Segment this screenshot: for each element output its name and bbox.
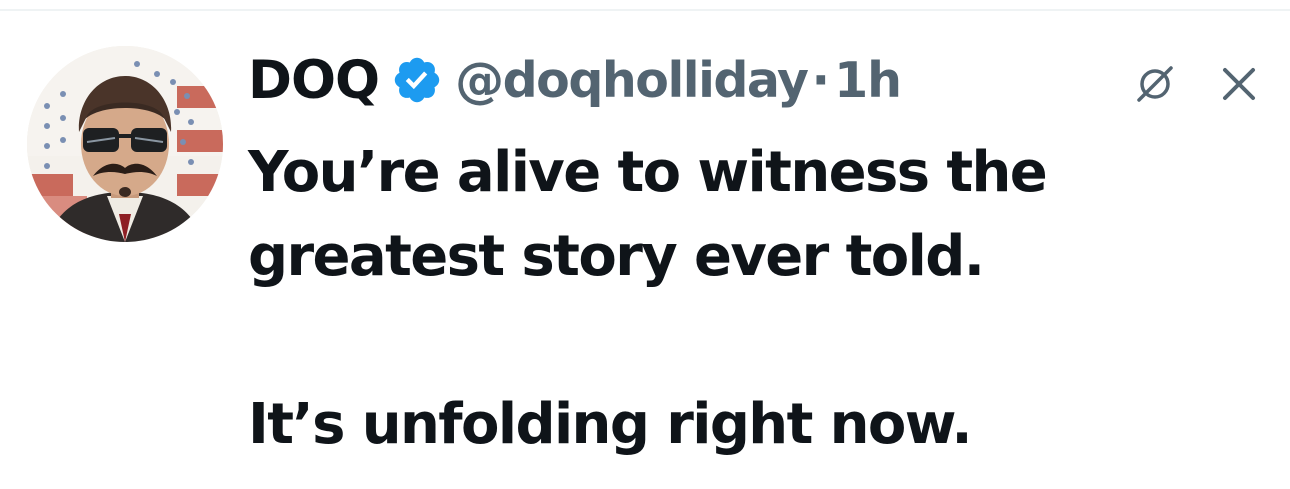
close-button[interactable] (1217, 62, 1261, 106)
tweet-actions (1133, 62, 1261, 106)
grok-button[interactable] (1133, 62, 1177, 106)
close-icon (1223, 68, 1255, 100)
avatar-image (27, 46, 223, 242)
tweet-text-line-2: greatest story ever told. (248, 224, 985, 289)
separator-dot: · (811, 51, 831, 109)
tweet-text-line-3: It’s unfolding right now. (248, 392, 973, 457)
author-handle[interactable]: @doqholliday (455, 52, 809, 109)
tweet[interactable]: DOQ @doqholliday · 1h You’re alive to wi… (0, 11, 1290, 489)
timestamp[interactable]: 1h (834, 52, 902, 109)
tweet-header: DOQ @doqholliday · 1h (248, 47, 902, 113)
display-name[interactable]: DOQ (248, 50, 380, 111)
verified-badge-icon (391, 54, 443, 106)
tweet-text-line-1: You’re alive to witness the (248, 140, 1048, 205)
tweet-text: You’re alive to witness the greatest sto… (248, 131, 1208, 467)
avatar[interactable] (27, 46, 223, 242)
grok-icon (1137, 66, 1173, 102)
